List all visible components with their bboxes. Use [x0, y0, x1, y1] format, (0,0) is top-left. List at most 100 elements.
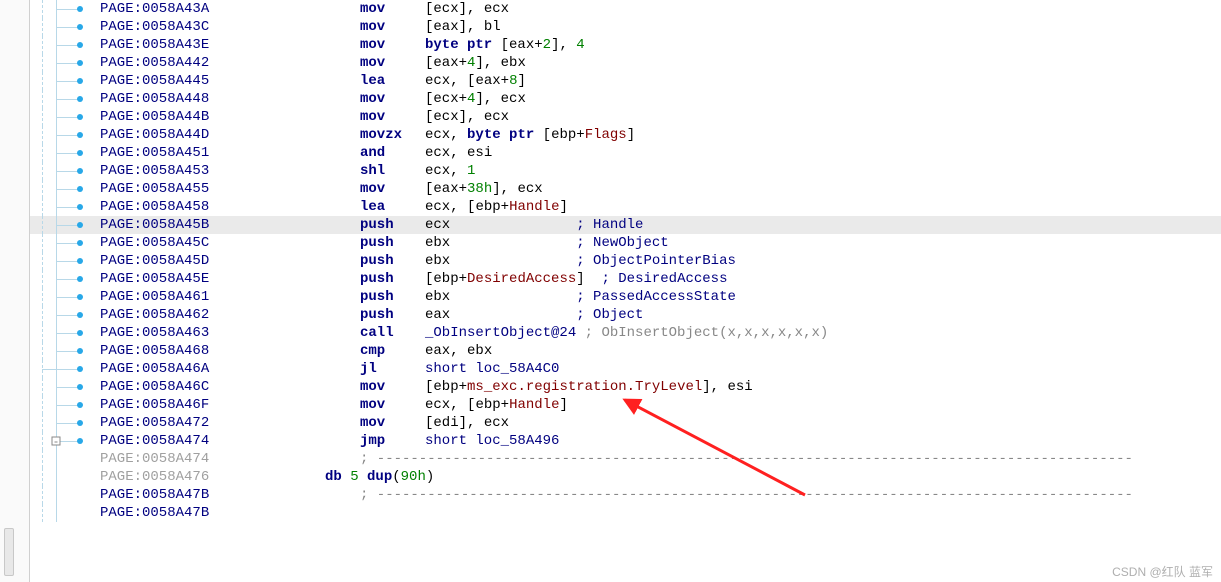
operands: ebx [425, 288, 450, 306]
fold-cell[interactable] [30, 162, 100, 180]
breakpoint-dot[interactable] [77, 348, 83, 354]
asm-line[interactable]: PAGE:0058A45Epush[ebp+DesiredAccess] ; D… [100, 270, 1221, 288]
fold-cell[interactable] [30, 414, 100, 432]
asm-line[interactable]: PAGE:0058A463call_ObInsertObject@24 ; Ob… [100, 324, 1221, 342]
fold-cell[interactable] [30, 54, 100, 72]
asm-line[interactable]: PAGE:0058A445leaecx, [eax+8] [100, 72, 1221, 90]
fold-bar[interactable] [30, 0, 100, 582]
asm-line[interactable]: PAGE:0058A44Bmov[ecx], ecx [100, 108, 1221, 126]
asm-line[interactable]: PAGE:0058A45Bpushecx ; Handle [100, 216, 1221, 234]
asm-line[interactable]: PAGE:0058A458leaecx, [ebp+Handle] [100, 198, 1221, 216]
code-area[interactable]: PAGE:0058A43Amov[ecx], ecxPAGE:0058A43Cm… [100, 0, 1221, 582]
address-label: PAGE:0058A43C [100, 18, 360, 36]
fold-cell[interactable] [30, 198, 100, 216]
breakpoint-dot[interactable] [77, 420, 83, 426]
asm-line[interactable]: PAGE:0058A453shlecx, 1 [100, 162, 1221, 180]
asm-line[interactable]: PAGE:0058A461pushebx ; PassedAccessState [100, 288, 1221, 306]
fold-cell[interactable] [30, 504, 100, 522]
address-label: PAGE:0058A461 [100, 288, 360, 306]
breakpoint-dot[interactable] [77, 186, 83, 192]
asm-line[interactable]: PAGE:0058A451andecx, esi [100, 144, 1221, 162]
asm-line[interactable]: PAGE:0058A472mov[edi], ecx [100, 414, 1221, 432]
breakpoint-dot[interactable] [77, 222, 83, 228]
breakpoint-dot[interactable] [77, 294, 83, 300]
fold-cell[interactable] [30, 378, 100, 396]
breakpoint-dot[interactable] [77, 60, 83, 66]
breakpoint-dot[interactable] [77, 312, 83, 318]
fold-cell[interactable] [30, 306, 100, 324]
fold-toggle-icon[interactable] [52, 437, 61, 446]
breakpoint-dot[interactable] [77, 114, 83, 120]
breakpoint-dot[interactable] [77, 366, 83, 372]
asm-line[interactable]: PAGE:0058A462pusheax ; Object [100, 306, 1221, 324]
comment: ; PassedAccessState [576, 288, 736, 306]
raw-data: db 5 dup(90h) [325, 468, 434, 486]
breakpoint-dot[interactable] [77, 6, 83, 12]
asm-line[interactable]: PAGE:0058A44Dmovzxecx, byte ptr [ebp+Fla… [100, 126, 1221, 144]
separator-line[interactable]: PAGE:0058A474; -------------------------… [100, 450, 1221, 468]
fold-cell[interactable] [30, 108, 100, 126]
fold-cell[interactable] [30, 270, 100, 288]
breakpoint-dot[interactable] [77, 132, 83, 138]
breakpoint-dot[interactable] [77, 204, 83, 210]
breakpoint-dot[interactable] [77, 42, 83, 48]
fold-cell[interactable] [30, 360, 100, 378]
breakpoint-dot[interactable] [77, 96, 83, 102]
fold-cell[interactable] [30, 288, 100, 306]
breakpoint-dot[interactable] [77, 78, 83, 84]
asm-line[interactable]: PAGE:0058A455mov[eax+38h], ecx [100, 180, 1221, 198]
asm-line[interactable]: PAGE:0058A476db 5 dup(90h) [100, 468, 1221, 486]
breakpoint-dot[interactable] [77, 150, 83, 156]
separator-line[interactable]: PAGE:0058A47B; -------------------------… [100, 486, 1221, 504]
fold-cell[interactable] [30, 90, 100, 108]
fold-cell[interactable] [30, 342, 100, 360]
fold-cell[interactable] [30, 36, 100, 54]
asm-line[interactable]: PAGE:0058A448mov[ecx+4], ecx [100, 90, 1221, 108]
address-label: PAGE:0058A45E [100, 270, 360, 288]
fold-cell[interactable] [30, 468, 100, 486]
asm-line[interactable]: PAGE:0058A46Ajlshort loc_58A4C0 [100, 360, 1221, 378]
asm-line[interactable]: PAGE:0058A45Cpushebx ; NewObject [100, 234, 1221, 252]
fold-cell[interactable] [30, 72, 100, 90]
gutter[interactable] [0, 0, 30, 582]
fold-cell[interactable] [30, 18, 100, 36]
breakpoint-dot[interactable] [77, 24, 83, 30]
fold-cell[interactable] [30, 252, 100, 270]
asm-line[interactable]: PAGE:0058A442mov[eax+4], ebx [100, 54, 1221, 72]
asm-line[interactable]: PAGE:0058A474jmpshort loc_58A496 [100, 432, 1221, 450]
fold-cell[interactable] [30, 216, 100, 234]
mnemonic: mov [360, 90, 425, 108]
asm-line[interactable]: PAGE:0058A45Dpushebx ; ObjectPointerBias [100, 252, 1221, 270]
operands: ecx, byte ptr [ebp+Flags] [425, 126, 635, 144]
fold-cell[interactable] [30, 0, 100, 18]
operands: ecx, [ebp+Handle] [425, 396, 568, 414]
breakpoint-dot[interactable] [77, 276, 83, 282]
address-label: PAGE:0058A458 [100, 198, 360, 216]
fold-cell[interactable] [30, 432, 100, 450]
breakpoint-dot[interactable] [77, 330, 83, 336]
asm-line[interactable]: PAGE:0058A43Cmov[eax], bl [100, 18, 1221, 36]
fold-cell[interactable] [30, 450, 100, 468]
fold-cell[interactable] [30, 144, 100, 162]
breakpoint-dot[interactable] [77, 258, 83, 264]
fold-cell[interactable] [30, 396, 100, 414]
asm-line[interactable]: PAGE:0058A43Amov[ecx], ecx [100, 0, 1221, 18]
breakpoint-dot[interactable] [77, 384, 83, 390]
asm-line[interactable]: PAGE:0058A468cmpeax, ebx [100, 342, 1221, 360]
scroll-thumb[interactable] [4, 528, 14, 576]
fold-cell[interactable] [30, 324, 100, 342]
asm-line[interactable]: PAGE:0058A43Emovbyte ptr [eax+2], 4 [100, 36, 1221, 54]
address-label: PAGE:0058A463 [100, 324, 360, 342]
asm-line[interactable]: PAGE:0058A46Fmovecx, [ebp+Handle] [100, 396, 1221, 414]
fold-cell[interactable] [30, 180, 100, 198]
asm-line[interactable]: PAGE:0058A46Cmov[ebp+ms_exc.registration… [100, 378, 1221, 396]
breakpoint-dot[interactable] [77, 438, 83, 444]
breakpoint-dot[interactable] [77, 240, 83, 246]
fold-cell[interactable] [30, 486, 100, 504]
asm-line[interactable]: PAGE:0058A47B [100, 504, 1221, 522]
breakpoint-dot[interactable] [77, 168, 83, 174]
watermark: CSDN @红队 蓝军 [1112, 563, 1213, 580]
breakpoint-dot[interactable] [77, 402, 83, 408]
fold-cell[interactable] [30, 234, 100, 252]
fold-cell[interactable] [30, 126, 100, 144]
